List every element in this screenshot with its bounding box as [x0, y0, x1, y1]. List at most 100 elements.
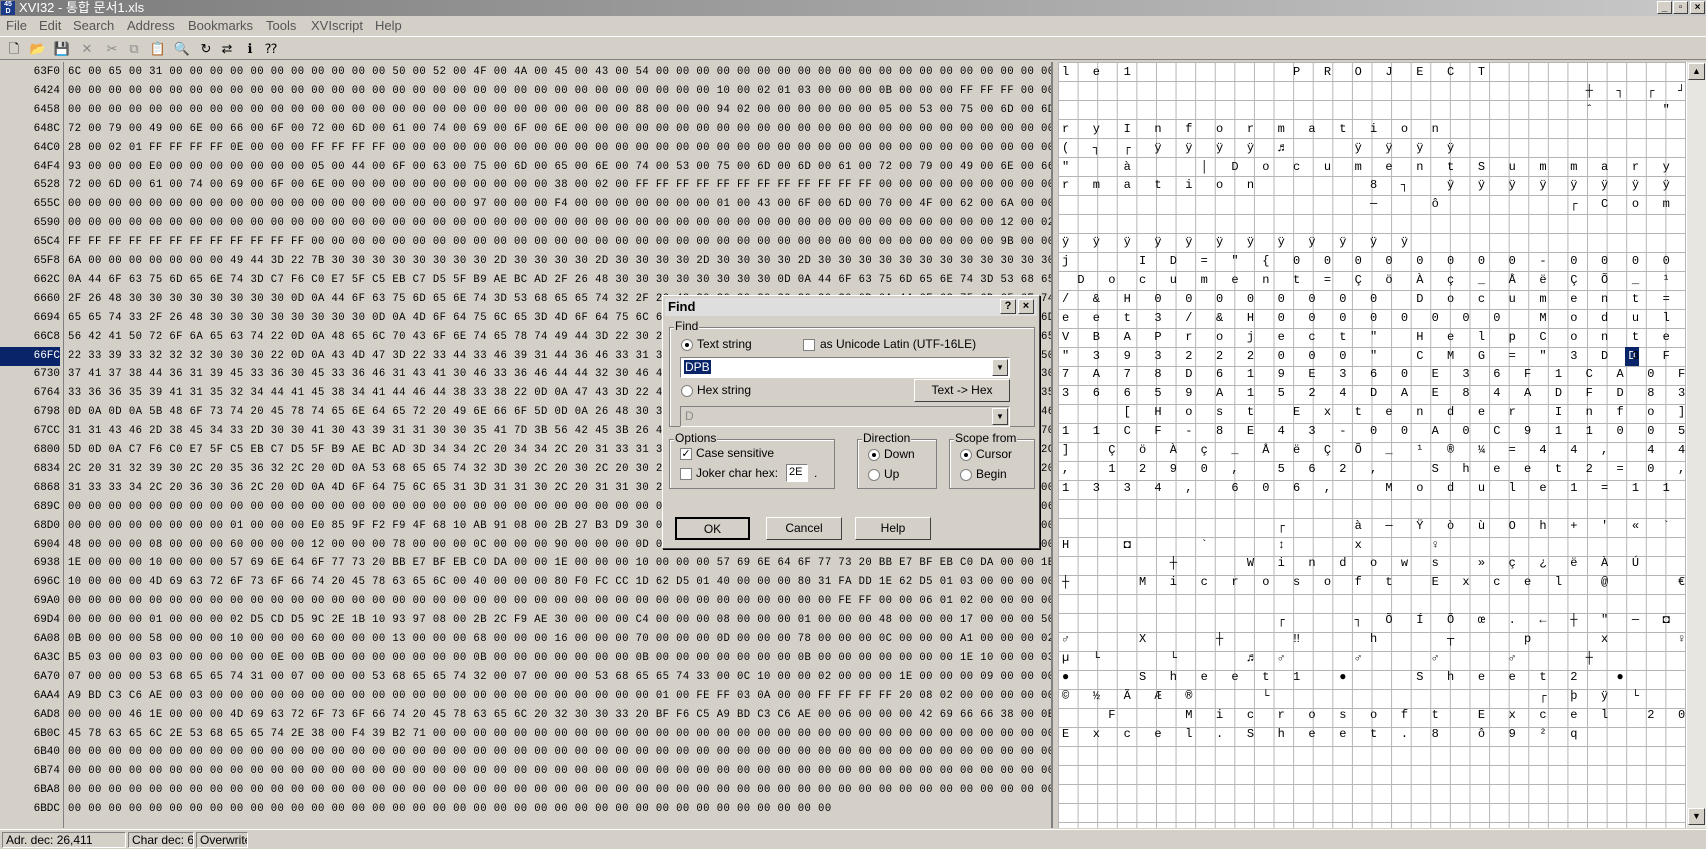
hex-row[interactable]: 72 00 79 00 49 00 6E 00 66 00 6F 00 72 0…	[68, 120, 1051, 139]
maximize-button[interactable]: ▫	[1673, 1, 1688, 14]
hex-row[interactable]: 72 00 6D 00 61 00 74 00 69 00 6F 00 6E 0…	[68, 176, 1051, 195]
hex-row[interactable]: 00 00 00 00 00 00 00 00 00 00 00 00 00 0…	[68, 800, 832, 819]
text-row[interactable]: ┌ ┐ Õ Í Õ œ . ← ┼ " ─ ◘ + , ù ® 0 Ä ◘ ┌ …	[1062, 611, 1686, 630]
hex-string-combo[interactable]: D ▼	[680, 406, 1010, 427]
text-row[interactable]: H ◘ ` ↕ x ♀ œ ‼ ¨ ┐ µ └	[1062, 536, 1686, 555]
text-row[interactable]: [ H o s t E x t e n d e r I n f o ] & H …	[1062, 403, 1686, 422]
hex-row[interactable]: 1E 00 00 00 10 00 00 00 57 69 6E 64 6F 7…	[68, 554, 1051, 573]
hex-row[interactable]: 6A 00 00 00 00 00 00 00 49 44 3D 22 7B 3…	[68, 252, 1051, 271]
hex-row[interactable]: 00 00 00 00 00 00 00 00 00 00 00 00 00 0…	[68, 82, 1051, 101]
text-row[interactable]: ─ ô ┌ C o m p O b j	[1062, 195, 1686, 214]
hex-row[interactable]: 0B 00 00 00 58 00 00 00 10 00 00 00 60 0…	[68, 630, 1051, 649]
up-radio[interactable]	[868, 469, 880, 481]
save-icon[interactable]: 💾	[53, 40, 71, 58]
text-row[interactable]: ] Ç ö À ç _ Å ë Ç Õ _ ¹ ® ¼ = 4 4 , 4 4 …	[1062, 441, 1686, 460]
text-pane[interactable]: D l e 1 P R O J E C T ┼ ┐ ┌ ┘ ♂ ÿ ÿ ÿ ˆ …	[1058, 62, 1686, 828]
text-row[interactable]: ┼ M i c r o s o f t E x c e l @ € ä ü Ì …	[1062, 573, 1686, 592]
text-row[interactable]: r m a t i o n 8 ┐ ÿ ÿ ÿ ÿ ÿ ÿ ÿ ÿ ÿ ÿ ÿ …	[1062, 176, 1686, 195]
ok-button[interactable]: OK	[675, 517, 750, 540]
down-radio[interactable]	[868, 449, 880, 461]
vertical-scrollbar[interactable]: ▲ ▼	[1686, 62, 1706, 828]
help-button[interactable]: Help	[855, 517, 931, 540]
replace-icon[interactable]: ⇄	[218, 40, 236, 58]
text-row[interactable]: 1 3 3 4 , 6 0 6 , M o d u l e 1 = 1 1 0 …	[1062, 479, 1686, 498]
text-row[interactable]: V B A P r o j e c t " H e l p C o n t e …	[1062, 328, 1686, 347]
menu-xviscript[interactable]: XVIscript	[311, 18, 363, 33]
close-file-icon[interactable]: ✕	[78, 40, 96, 58]
joker-checkbox[interactable]	[680, 468, 692, 480]
menu-search[interactable]: Search	[73, 18, 114, 33]
text-row[interactable]: " 3 9 3 2 2 2 0 0 0 " C M G = " 3 D 3 F …	[1062, 347, 1686, 366]
text-combo-dropdown-icon[interactable]: ▼	[992, 359, 1008, 376]
hex-row[interactable]: 00 00 00 00 00 00 00 00 00 00 00 00 00 0…	[68, 101, 1051, 120]
cancel-button[interactable]: Cancel	[766, 517, 842, 540]
text-row[interactable]: E x c e l . S h e e t . 8 ô 9 ² q	[1062, 725, 1586, 744]
text-row[interactable]: r y I n f o r m a t i o n	[1062, 120, 1447, 139]
hex-row[interactable]: B5 03 00 00 03 00 00 00 00 00 0E 00 0B 0…	[68, 649, 1051, 668]
text-row[interactable]: , 1 2 9 0 , 5 6 2 , S h e e t 2 = 0 , 0 …	[1062, 460, 1686, 479]
dialog-close-button[interactable]: ×	[1018, 299, 1034, 314]
new-file-icon[interactable]: 🗋	[5, 40, 23, 58]
case-sensitive-checkbox[interactable]: ✓	[680, 448, 692, 460]
text-to-hex-button[interactable]: Text -> Hex	[914, 379, 1010, 402]
find-next-icon[interactable]: ↻	[197, 40, 215, 58]
begin-radio[interactable]	[960, 469, 972, 481]
scroll-down-arrow-icon[interactable]: ▼	[1688, 808, 1705, 825]
hex-row[interactable]: 00 00 00 00 00 00 00 00 00 00 00 00 00 0…	[68, 592, 1051, 611]
hex-row[interactable]: 93 00 00 00 E0 00 00 00 00 00 00 00 05 0…	[68, 158, 1051, 177]
text-string-radio[interactable]	[681, 339, 693, 351]
text-row[interactable]: j I D = " { 0 0 0 0 0 0 0 0 - 0 0 0 0 - …	[1062, 252, 1686, 271]
text-string-combo[interactable]: DPB ▼	[680, 357, 1010, 378]
text-row[interactable]: þ ÿ ─ ┌ ┐	[1062, 592, 1686, 611]
menu-address[interactable]: Address	[127, 18, 175, 33]
text-row[interactable]: ● S h e e t 1 ● S h e e t 2 ● S h e e t …	[1062, 668, 1686, 687]
close-button[interactable]: ×	[1690, 1, 1705, 14]
hex-row[interactable]: 6C 00 65 00 31 00 00 00 00 00 00 00 00 0…	[68, 63, 1051, 82]
text-row[interactable]: 3 6 6 5 9 A 1 5 2 4 D A E 8 4 A D F D 8 …	[1062, 384, 1686, 403]
scroll-up-arrow-icon[interactable]: ▲	[1688, 63, 1705, 80]
text-row[interactable]: µ └ └ ♬ ♂ ♂ ♂ ♂ ┼	[1062, 649, 1601, 668]
cut-icon[interactable]: ✂	[103, 40, 121, 58]
minimize-button[interactable]: _	[1657, 1, 1672, 14]
text-row[interactable]: ┌ à ─ Ÿ ò ù O h + ' « ` ◘ + ' ³ Ù 0 ° ● …	[1062, 517, 1686, 536]
copy-icon[interactable]: ⧉	[125, 40, 143, 58]
menu-help[interactable]: Help	[375, 18, 402, 33]
text-row[interactable]: e e t 3 / & H 0 0 0 0 0 0 0 0 M o d u l …	[1062, 309, 1686, 328]
text-row[interactable]: D o c u m e n t = Ç ö À ç _ Å ë Ç Õ _ ¹ …	[1062, 271, 1686, 290]
info-icon[interactable]: ℹ	[241, 40, 259, 58]
text-row[interactable]: ( ┐ ┌ ÿ ÿ ÿ ÿ ♬ ÿ ÿ ÿ ÿ	[1062, 139, 1462, 158]
text-row[interactable]: ┼ ┐ ┌ ┘ ♂ ÿ ÿ ÿ	[1062, 82, 1686, 101]
paste-icon[interactable]: 📋	[149, 40, 167, 58]
hex-row[interactable]: A9 BD C3 C6 AE 00 03 00 00 00 00 00 00 0…	[68, 687, 1051, 706]
app-icon[interactable]: 45 D	[1, 1, 15, 15]
text-row[interactable]: þ ÿ ─ ┌ ┐	[1062, 498, 1686, 517]
text-row[interactable]: 7 A 7 8 D 6 1 9 E 3 6 0 E 3 6 F 1 C A 0 …	[1062, 365, 1686, 384]
hex-row[interactable]: 00 00 00 00 00 00 00 00 00 00 00 00 00 0…	[68, 195, 1051, 214]
hex-row[interactable]: 00 00 00 00 01 00 00 00 02 D5 CD D5 9C 2…	[68, 611, 1051, 630]
hex-row[interactable]: 45 78 63 65 6C 2E 53 68 65 65 74 2E 38 0…	[68, 725, 1051, 744]
menu-tools[interactable]: Tools	[266, 18, 296, 33]
text-row[interactable]: ÿ ÿ ÿ ÿ ÿ ÿ ÿ ÿ ÿ ÿ ÿ ÿ >	[1062, 233, 1686, 252]
menu-file[interactable]: File	[6, 18, 27, 33]
text-row[interactable]: ♂ X ┼ ‼ h ┬ p x ♀ ¡ ┐	[1062, 630, 1686, 649]
menu-edit[interactable]: Edit	[39, 18, 61, 33]
text-row[interactable]: ┼ W i n d o w s » ç ¿ ë À Ú ┼ W i n d o …	[1062, 554, 1686, 573]
hex-row[interactable]: 28 00 02 01 FF FF FF FF 0E 00 00 00 FF F…	[68, 139, 1051, 158]
hex-row[interactable]: 00 00 00 00 00 00 00 00 00 00 00 00 00 0…	[68, 762, 1051, 781]
hex-row[interactable]: FF FF FF FF FF FF FF FF FF FF FF FF 00 0…	[68, 233, 1051, 252]
text-row[interactable]: l e 1 P R O J E C T	[1062, 63, 1493, 82]
context-help-icon[interactable]: ⁇	[262, 40, 280, 58]
hex-row[interactable]: 00 00 00 00 00 00 00 00 00 00 00 00 00 0…	[68, 214, 1051, 233]
text-row[interactable]: F M i c r o s o f t E x c e l 2 0 0 3 ¿ …	[1062, 706, 1686, 725]
text-row[interactable]: 1 1 C F - 8 E 4 3 - 0 0 A 0 C 9 1 1 0 0 …	[1062, 422, 1686, 441]
hex-row[interactable]: 07 00 00 00 53 68 65 65 74 31 00 07 00 0…	[68, 668, 1051, 687]
hex-row[interactable]: 00 00 00 46 1E 00 00 00 4D 69 63 72 6F 7…	[68, 706, 1051, 725]
hex-row[interactable]: 0A 44 6F 63 75 6D 65 6E 74 3D C7 F6 C0 E…	[68, 271, 1051, 290]
menu-bookmarks[interactable]: Bookmarks	[188, 18, 253, 33]
text-row[interactable]: / & H 0 0 0 0 0 0 0 0 D o c u m e n t = …	[1062, 290, 1686, 309]
text-row[interactable]: " à │ D o c u m e n t S u m m a r y I n …	[1062, 158, 1686, 177]
hex-row[interactable]: 10 00 00 00 4D 69 63 72 6F 73 6F 66 74 2…	[68, 573, 1051, 592]
text-row[interactable]: © ½ Ã Æ ® └ ┌ þ ÿ └ ÿ ÿ ÿ ÿ ◘ ┐ À	[1062, 687, 1686, 706]
unicode-checkbox[interactable]	[803, 339, 815, 351]
text-row[interactable]: ˆ " ┐ │ S u m m a	[1062, 101, 1686, 120]
